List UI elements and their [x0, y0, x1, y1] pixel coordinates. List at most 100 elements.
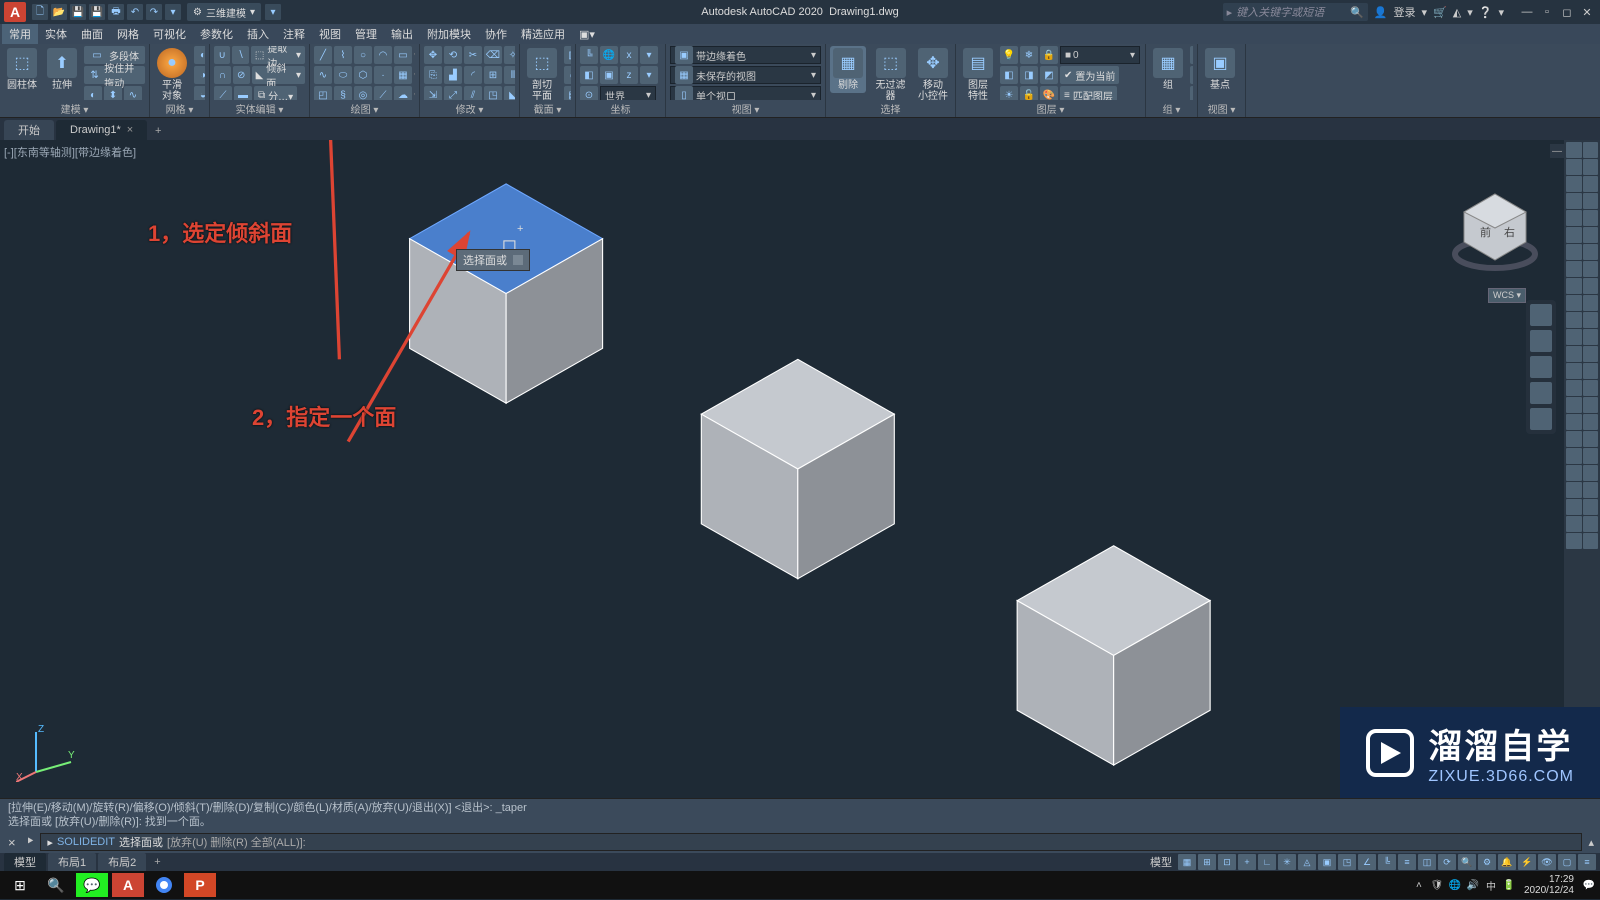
taskbar-wechat-icon[interactable]: 💬: [76, 873, 108, 897]
tab-surface[interactable]: 曲面: [74, 24, 110, 44]
mirror-icon[interactable]: ▟: [444, 66, 462, 84]
cube-1[interactable]: [410, 184, 603, 403]
palette-tool-icon[interactable]: [1583, 431, 1599, 447]
help-icon[interactable]: ❔: [1479, 6, 1493, 19]
line-icon[interactable]: ╱: [314, 46, 332, 64]
palette-tool-icon[interactable]: [1583, 329, 1599, 345]
layer-freeze-icon[interactable]: ❄: [1020, 46, 1038, 64]
ucs-origin-icon[interactable]: ⊙: [580, 86, 598, 100]
orbit-icon[interactable]: [1530, 382, 1552, 404]
tab-output[interactable]: 输出: [384, 24, 420, 44]
sweep-icon[interactable]: ∿: [124, 86, 142, 100]
palette-tool-icon[interactable]: [1566, 414, 1582, 430]
otrack-icon[interactable]: ∠: [1358, 854, 1376, 870]
add-tab-button[interactable]: +: [149, 122, 167, 140]
cube-2[interactable]: [701, 359, 894, 578]
close-button[interactable]: ✕: [1578, 4, 1596, 20]
minimize-button[interactable]: —: [1518, 4, 1536, 20]
ucs-prev-icon[interactable]: ▾: [640, 66, 658, 84]
viewcube[interactable]: 前 右: [1450, 184, 1540, 274]
customize-icon[interactable]: ≡: [1578, 854, 1596, 870]
point-icon[interactable]: ·: [374, 66, 392, 84]
viewport[interactable]: [-][东南等轴测][带边缘着色] — ▫ ✕ +: [0, 140, 1600, 798]
qat-new-icon[interactable]: 🗋: [32, 4, 48, 20]
snap-icon[interactable]: ⊞: [1198, 854, 1216, 870]
palette-tool-icon[interactable]: [1566, 210, 1582, 226]
tab-collaborate[interactable]: 协作: [478, 24, 514, 44]
palette-tool-icon[interactable]: [1583, 244, 1599, 260]
group-select-icon[interactable]: ▦: [1190, 86, 1193, 100]
scale-icon[interactable]: ⤢: [444, 86, 462, 100]
palette-tool-icon[interactable]: [1566, 312, 1582, 328]
dd-saved-view[interactable]: ▦未保存的视图▾: [670, 66, 821, 84]
intersect-icon[interactable]: ∩: [214, 66, 231, 84]
iso-icon[interactable]: ◬: [1298, 854, 1316, 870]
notifications-icon[interactable]: 💬: [1582, 878, 1596, 892]
cleanscreen-icon[interactable]: ▢: [1558, 854, 1576, 870]
palette-tool-icon[interactable]: [1566, 482, 1582, 498]
taskbar-autocad-icon[interactable]: A: [112, 873, 144, 897]
palette-tool-icon[interactable]: [1583, 380, 1599, 396]
layer-on-icon[interactable]: 💡: [1000, 46, 1018, 64]
stretch-icon[interactable]: ⇲: [424, 86, 442, 100]
union-icon[interactable]: ∪: [214, 46, 230, 64]
showmotion-icon[interactable]: [1530, 408, 1552, 430]
tab-visualize[interactable]: 可视化: [146, 24, 193, 44]
palette-tool-icon[interactable]: [1566, 346, 1582, 362]
polygon-icon[interactable]: ⬡: [354, 66, 372, 84]
btn-extrude[interactable]: ⬆拉伸: [44, 46, 80, 93]
ucs-face-icon[interactable]: ◧: [580, 66, 598, 84]
lwt-icon[interactable]: ≡: [1398, 854, 1416, 870]
qat-plot-icon[interactable]: 🖶: [108, 4, 124, 20]
3dalign-icon[interactable]: ◳: [484, 86, 502, 100]
panel-mesh-label[interactable]: 网格 ▾: [154, 100, 205, 117]
panel-group-label[interactable]: 组 ▾: [1150, 100, 1193, 117]
btn-cylinder[interactable]: ⬚圆柱体: [4, 46, 40, 93]
tab-mesh[interactable]: 网格: [110, 24, 146, 44]
panel-modeling-label[interactable]: 建模 ▾: [4, 100, 145, 117]
palette-tool-icon[interactable]: [1583, 312, 1599, 328]
rect-icon[interactable]: ▭: [394, 46, 412, 64]
restore-button[interactable]: ▫: [1538, 4, 1556, 20]
palette-tool-icon[interactable]: [1583, 210, 1599, 226]
btn-taper-face[interactable]: ◣倾斜面▾: [252, 66, 305, 84]
tab-model[interactable]: 模型: [4, 853, 46, 871]
btn-culling[interactable]: ▦剔除: [830, 46, 866, 93]
slice-icon[interactable]: ⟋: [214, 86, 232, 100]
palette-tool-icon[interactable]: [1566, 499, 1582, 515]
qat-open-icon[interactable]: 📂: [51, 4, 67, 20]
palette-tool-icon[interactable]: [1583, 516, 1599, 532]
group-edit-icon[interactable]: ▦: [1190, 66, 1193, 84]
cart-icon[interactable]: 🛒: [1433, 6, 1447, 19]
align-icon[interactable]: ⫴: [504, 66, 515, 84]
help-search[interactable]: ▸ 键入关键字或短语 🔍: [1223, 3, 1368, 21]
palette-tool-icon[interactable]: [1566, 227, 1582, 243]
vp-minimize-icon[interactable]: —: [1550, 144, 1564, 158]
btn-match-layer[interactable]: ≡匹配图层: [1060, 86, 1117, 100]
status-model-label[interactable]: 模型: [1146, 854, 1176, 870]
palette-tool-icon[interactable]: [1566, 431, 1582, 447]
btn-section-plane[interactable]: ⬚剖切 平面: [524, 46, 560, 100]
trim-icon[interactable]: ✂: [464, 46, 482, 64]
layer-off-icon[interactable]: ◩: [1040, 66, 1058, 84]
palette-tool-icon[interactable]: [1583, 363, 1599, 379]
palette-tool-icon[interactable]: [1566, 329, 1582, 345]
palette-tool-icon[interactable]: [1566, 465, 1582, 481]
btn-move-gizmo[interactable]: ✥移动 小控件: [915, 46, 951, 100]
ucs-view-icon[interactable]: ▣: [600, 66, 618, 84]
palette-tool-icon[interactable]: [1583, 227, 1599, 243]
cmd-options-icon[interactable]: ▴: [1586, 836, 1596, 849]
rotate-icon[interactable]: ⟲: [444, 46, 462, 64]
panel-view-label[interactable]: 视图 ▾: [670, 100, 821, 117]
workspace-icon[interactable]: ⚙: [1478, 854, 1496, 870]
palette-tool-icon[interactable]: [1583, 159, 1599, 175]
panel-layers-label[interactable]: 图层 ▾: [960, 100, 1141, 117]
system-clock[interactable]: 17:292020/12/24: [1520, 874, 1578, 896]
tab-drawing1[interactable]: Drawing1*×: [56, 120, 147, 140]
qat-redo-icon[interactable]: ↷: [146, 4, 162, 20]
panel-selection-label[interactable]: 选择: [830, 100, 951, 117]
arc-icon[interactable]: ◠: [374, 46, 392, 64]
tab-featured[interactable]: 精选应用: [514, 24, 572, 44]
btn-smooth[interactable]: ●平滑 对象: [154, 46, 190, 100]
palette-tool-icon[interactable]: [1583, 295, 1599, 311]
